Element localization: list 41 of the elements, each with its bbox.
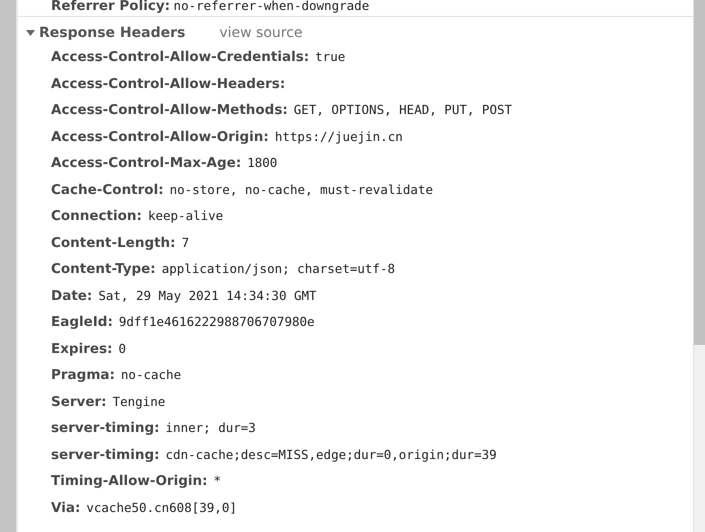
header-name: Server: [51,394,107,410]
expand-triangle-icon[interactable] [26,29,35,37]
header-value: Tengine [112,394,166,408]
header-value: cdn-cache;desc=MISS,edge;dur=0,origin;dur=39 [166,446,497,462]
header-name: Access-Control-Allow-Headers: [51,76,286,92]
header-value: 9dff1e4616222988706707980e [118,314,315,329]
header-name: EagleId: [51,314,113,330]
header-value: https://juejin.cn [274,128,403,144]
header-name: server-timing: [51,446,160,462]
header-name: Access-Control-Allow-Methods: [51,102,288,118]
header-value: no-cache [120,367,182,382]
header-value: inner; dur=3 [166,420,256,435]
header-name: Timing-Allow-Origin: [51,473,208,489]
view-source-link[interactable]: view source [219,25,303,41]
header-name: Access-Control-Allow-Origin: [51,128,269,144]
header-value: GET, OPTIONS, HEAD, PUT, POST [294,102,512,117]
header-value: no-store, no-cache, must-revalidate [170,182,434,196]
header-name: Access-Control-Allow-Credentials: [51,49,310,65]
header-value: vcache50.cn608[39,0] [86,500,237,514]
scrollbar[interactable] [694,0,705,532]
header-value: 0 [118,340,126,356]
header-value: no-referrer-when-downgrade [174,0,370,13]
header-name: server-timing: [51,420,160,436]
header-name: Content-Length: [51,234,176,250]
header-name: Content-Type: [51,261,156,277]
header-name: Connection: [51,208,142,224]
header-value: 1800 [247,155,278,170]
header-name: Expires: [51,340,112,356]
header-value: 7 [182,234,190,250]
header-value: * [214,473,222,488]
header-value: keep-alive [148,208,224,223]
header-value: Sat, 29 May 2021 14:34:30 GMT [98,288,317,302]
header-name: Date: [51,288,92,304]
section-title[interactable]: Response Headers [39,25,186,41]
header-name: Pragma: [51,367,115,383]
header-name: Cache-Control: [51,182,164,198]
header-value: application/json; charset=utf-8 [162,261,396,276]
header-name: Access-Control-Max-Age: [51,155,242,171]
header-value: true [315,49,346,64]
header-name: Via: [51,500,80,516]
header-name: Referrer Policy: [51,0,170,14]
